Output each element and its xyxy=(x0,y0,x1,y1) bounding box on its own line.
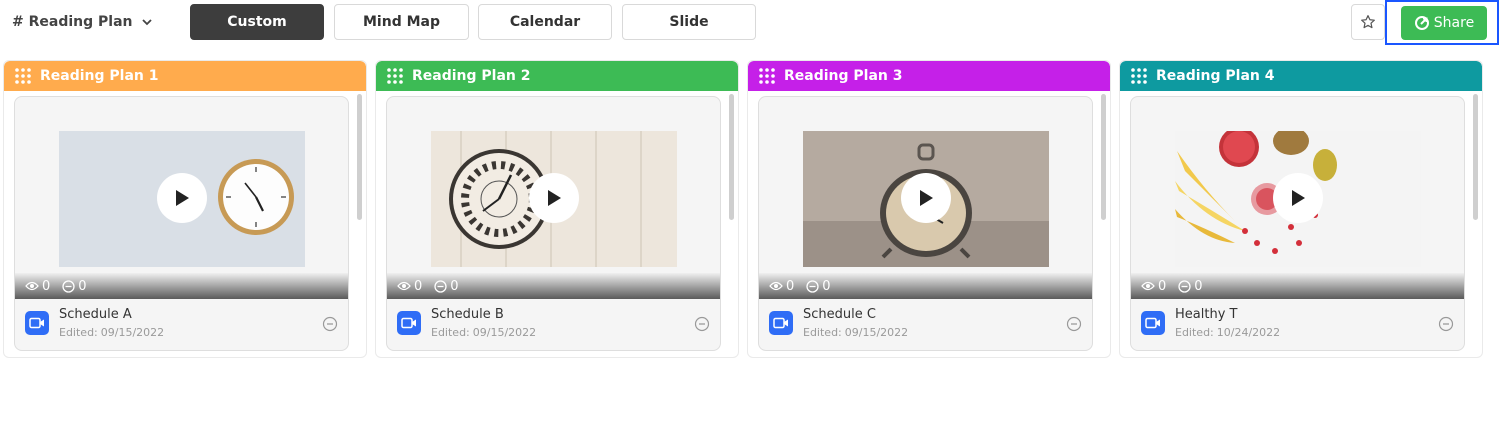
video-type-icon xyxy=(1141,311,1165,335)
video-card[interactable]: 0 0 Schedule B Edited: 09/15/2022 xyxy=(386,96,721,351)
card-thumbnail-area[interactable]: 0 0 xyxy=(387,97,720,299)
view-tab-slide[interactable]: Slide xyxy=(622,4,756,40)
comment-count-icon xyxy=(62,279,75,293)
comment-count: 0 xyxy=(450,278,459,294)
play-icon xyxy=(547,190,561,206)
play-button[interactable] xyxy=(528,173,579,223)
favorite-button[interactable] xyxy=(1351,4,1385,40)
top-toolbar: # Reading Plan Custom Mind Map Calendar … xyxy=(0,0,1500,46)
view-tab-mind-map[interactable]: Mind Map xyxy=(334,4,469,40)
comment-count: 0 xyxy=(78,278,87,294)
remove-icon[interactable] xyxy=(1438,316,1454,332)
card-stats: 0 0 xyxy=(387,273,720,299)
play-button[interactable] xyxy=(900,173,951,223)
column-header[interactable]: Reading Plan 1 xyxy=(4,61,366,91)
comment-count-icon xyxy=(806,279,819,293)
column-scrollbar[interactable] xyxy=(357,94,362,220)
column-reading-plan-2: Reading Plan 2 0 0 Schedule B Edited: 09… xyxy=(375,60,739,358)
card-edited: Edited: 09/15/2022 xyxy=(59,326,165,339)
eye-icon xyxy=(769,281,783,291)
column-header[interactable]: Reading Plan 2 xyxy=(376,61,738,91)
column-header[interactable]: Reading Plan 4 xyxy=(1120,61,1482,91)
column-title: Reading Plan 1 xyxy=(40,68,159,84)
drag-handle-icon[interactable] xyxy=(1130,67,1148,85)
column-reading-plan-4: Reading Plan 4 0 0 Healthy T Edited: 10/… xyxy=(1119,60,1483,358)
play-icon xyxy=(919,190,933,206)
card-title[interactable]: Schedule A xyxy=(59,307,132,322)
view-count: 0 xyxy=(786,278,795,294)
column-title: Reading Plan 2 xyxy=(412,68,531,84)
card-title[interactable]: Healthy T xyxy=(1175,307,1237,322)
play-button[interactable] xyxy=(156,173,207,223)
column-scrollbar[interactable] xyxy=(729,94,734,220)
view-tab-custom[interactable]: Custom xyxy=(190,4,324,40)
card-edited: Edited: 09/15/2022 xyxy=(431,326,537,339)
play-icon xyxy=(1291,190,1305,206)
video-type-icon xyxy=(25,311,49,335)
remove-icon[interactable] xyxy=(1066,316,1082,332)
card-stats: 0 0 xyxy=(759,273,1092,299)
view-count: 0 xyxy=(414,278,423,294)
play-icon xyxy=(175,190,189,206)
card-footer: Schedule A Edited: 09/15/2022 xyxy=(15,299,348,350)
eye-icon xyxy=(397,281,411,291)
play-button[interactable] xyxy=(1272,173,1323,223)
star-icon xyxy=(1361,15,1375,29)
card-stats: 0 0 xyxy=(15,273,348,299)
video-card[interactable]: 0 0 Schedule C Edited: 09/15/2022 xyxy=(758,96,1093,351)
view-count: 0 xyxy=(42,278,51,294)
remove-icon[interactable] xyxy=(694,316,710,332)
card-footer: Schedule B Edited: 09/15/2022 xyxy=(387,299,720,350)
share-button[interactable]: Share xyxy=(1401,6,1487,40)
column-header[interactable]: Reading Plan 3 xyxy=(748,61,1110,91)
video-card[interactable]: 0 0 Schedule A Edited: 09/15/2022 xyxy=(14,96,349,351)
board-selector[interactable]: # Reading Plan xyxy=(12,10,153,34)
column-title: Reading Plan 4 xyxy=(1156,68,1275,84)
video-type-icon xyxy=(397,311,421,335)
comment-count: 0 xyxy=(822,278,831,294)
eye-icon xyxy=(25,281,39,291)
drag-handle-icon[interactable] xyxy=(14,67,32,85)
view-count: 0 xyxy=(1158,278,1167,294)
card-stats: 0 0 xyxy=(1131,273,1464,299)
card-thumbnail-area[interactable]: 0 0 xyxy=(759,97,1092,299)
comment-count-icon xyxy=(434,279,447,293)
view-tab-calendar[interactable]: Calendar xyxy=(478,4,612,40)
card-footer: Healthy T Edited: 10/24/2022 xyxy=(1131,299,1464,350)
share-highlight: Share xyxy=(1385,0,1499,45)
share-icon xyxy=(1414,16,1429,30)
card-thumbnail-area[interactable]: 0 0 xyxy=(1131,97,1464,299)
column-reading-plan-1: Reading Plan 1 0 0 Schedule A Edited: 09… xyxy=(3,60,367,358)
drag-handle-icon[interactable] xyxy=(758,67,776,85)
eye-icon xyxy=(1141,281,1155,291)
comment-count-icon xyxy=(1178,279,1191,293)
chevron-down-icon xyxy=(142,19,153,26)
card-title[interactable]: Schedule C xyxy=(803,307,876,322)
card-footer: Schedule C Edited: 09/15/2022 xyxy=(759,299,1092,350)
column-scrollbar[interactable] xyxy=(1473,94,1478,220)
video-card[interactable]: 0 0 Healthy T Edited: 10/24/2022 xyxy=(1130,96,1465,351)
board-title: # Reading Plan xyxy=(12,14,133,30)
column-scrollbar[interactable] xyxy=(1101,94,1106,220)
comment-count: 0 xyxy=(1194,278,1203,294)
column-reading-plan-3: Reading Plan 3 0 0 Schedule C Edited: 09… xyxy=(747,60,1111,358)
column-title: Reading Plan 3 xyxy=(784,68,903,84)
video-type-icon xyxy=(769,311,793,335)
remove-icon[interactable] xyxy=(322,316,338,332)
card-edited: Edited: 09/15/2022 xyxy=(803,326,909,339)
drag-handle-icon[interactable] xyxy=(386,67,404,85)
card-title[interactable]: Schedule B xyxy=(431,307,504,322)
card-edited: Edited: 10/24/2022 xyxy=(1175,326,1281,339)
card-thumbnail-area[interactable]: 0 0 xyxy=(15,97,348,299)
